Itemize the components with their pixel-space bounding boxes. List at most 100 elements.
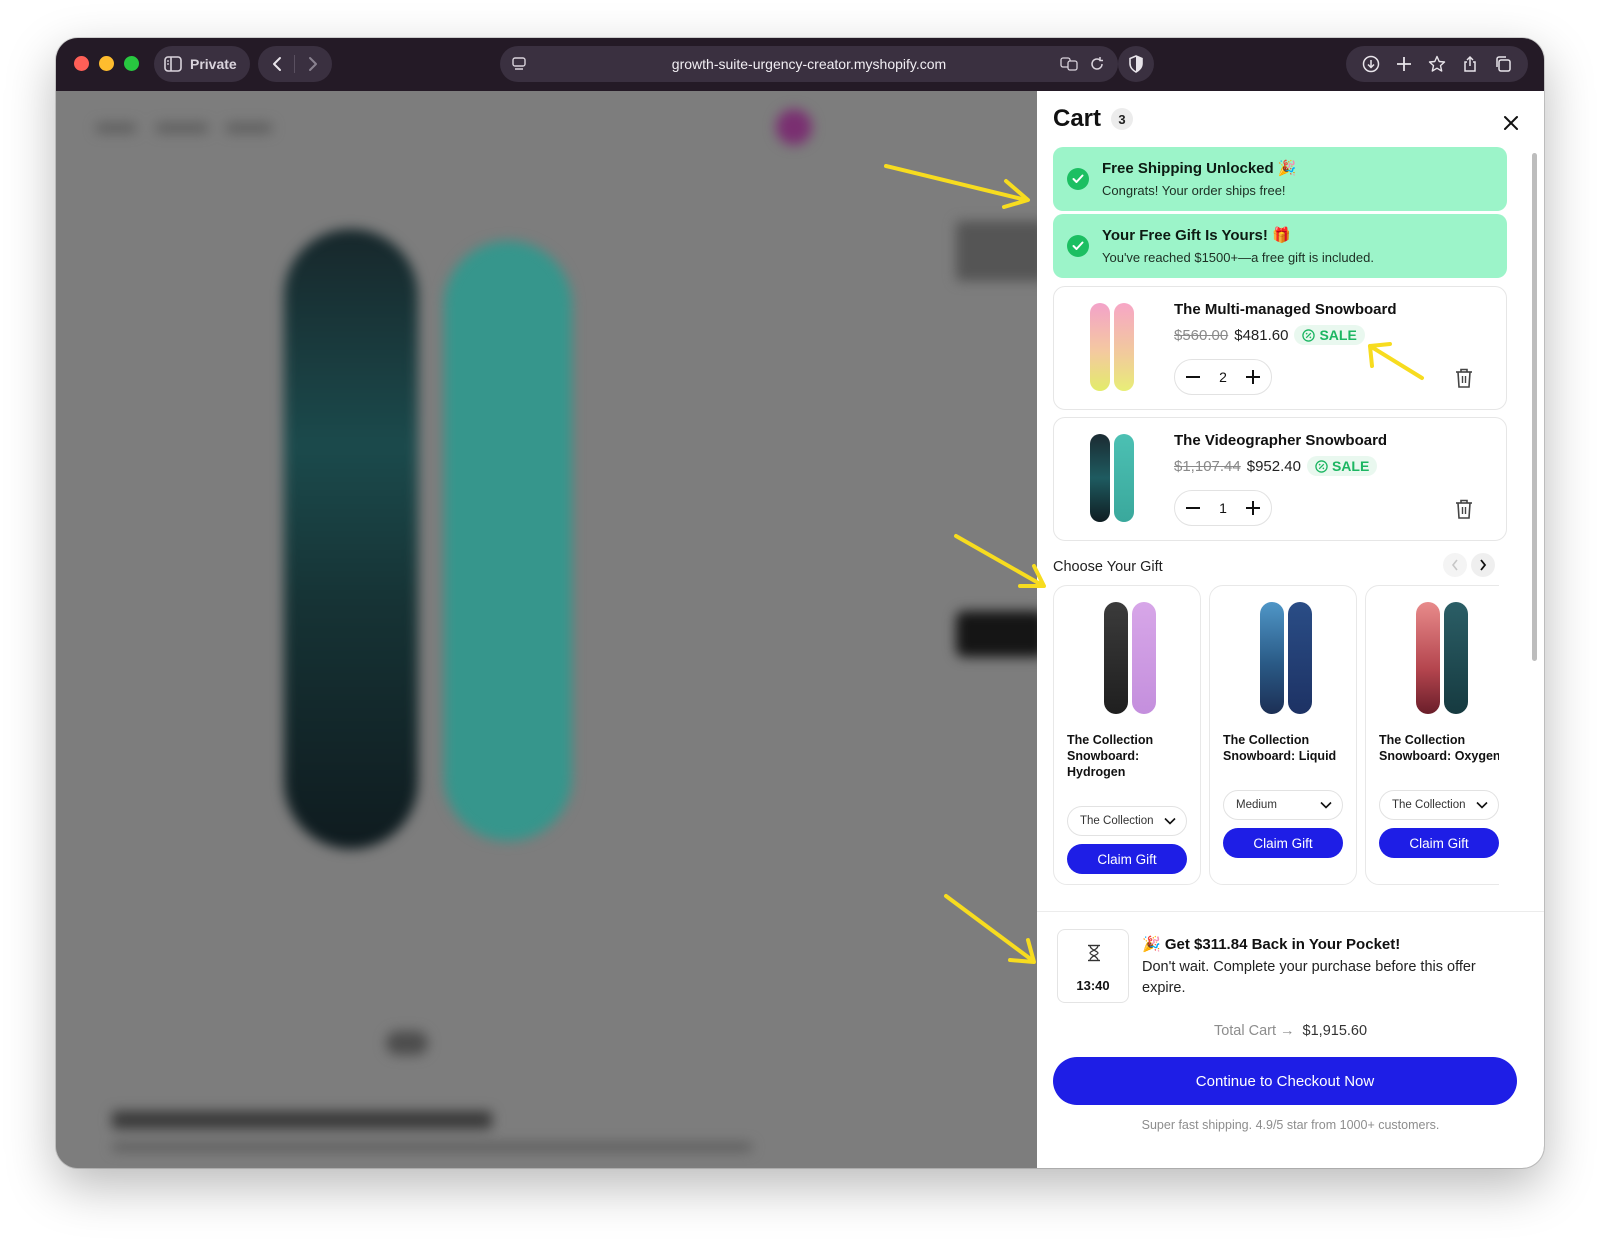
free-gift-banner: Your Free Gift Is Yours! 🎁 You've reache… [1053,214,1507,278]
minus-icon [1186,376,1200,378]
increase-quantity-button[interactable] [1243,498,1263,518]
decrease-quantity-button[interactable] [1183,498,1203,518]
private-tab-button[interactable]: Private [154,46,250,82]
banner-text: Congrats! Your order ships free! [1102,183,1286,198]
gift-card: The Collection Snowboard: Liquid Medium … [1209,585,1357,885]
decrease-quantity-button[interactable] [1183,367,1203,387]
gift-card: The Collection Snowboard: Oxygen The Col… [1365,585,1499,885]
increase-quantity-button[interactable] [1243,367,1263,387]
cart-scrollbar[interactable] [1532,153,1537,661]
annotation-arrow [954,534,1046,588]
banner-title: Your Free Gift Is Yours! 🎁 [1102,227,1291,244]
cart-footer-divider [1037,911,1544,912]
shield-icon [1127,55,1145,73]
cart-title: Cart [1053,105,1102,132]
cart-count-badge: 3 [1111,108,1134,130]
board-image [1104,602,1128,714]
board-image [1114,434,1134,522]
cart-drawer: Cart 3 Free Shipping Unlocked 🎉 Congrats… [1037,91,1544,1168]
address-bar[interactable]: growth-suite-urgency-creator.myshopify.c… [500,46,1118,82]
download-icon[interactable] [1362,55,1380,73]
page-settings-icon[interactable] [510,55,528,73]
sale-badge-label: SALE [1319,327,1357,343]
window-controls [74,56,139,71]
gift-variant-select[interactable]: Medium [1223,790,1343,820]
new-tab-icon[interactable] [1395,55,1413,73]
gift-carousel-next-button[interactable] [1471,553,1495,577]
private-label: Private [190,56,237,72]
compare-at-price: $560.00 [1174,326,1229,344]
trash-icon [1456,499,1472,519]
trust-note: Super fast shipping. 4.9/5 star from 100… [1141,1118,1440,1132]
browser-window: Private growth-suite-urgency-creator.mys… [56,38,1544,1168]
checkout-button[interactable]: Continue to Checkout Now [1053,1057,1517,1105]
toolbar-actions [1346,46,1528,82]
nav-divider [294,55,296,73]
check-circle-icon [1067,235,1089,257]
annotation-arrow [1368,342,1424,380]
back-arrow-icon[interactable] [268,55,286,73]
gift-variant-value: The Collection [1080,815,1154,827]
cart-item: The Videographer Snowboard $1,107.44 $95… [1053,417,1507,541]
product-title-blurred [956,221,1037,281]
chevron-left-icon [1451,559,1458,571]
minimize-window-button[interactable] [99,56,114,71]
store-page-blurred [56,91,1037,1168]
translate-icon[interactable] [1060,55,1078,73]
quantity-value[interactable]: 2 [1219,369,1227,385]
tab-overview-icon[interactable] [1494,55,1512,73]
gift-variant-value: The Collection [1392,799,1466,811]
claim-gift-button[interactable]: Claim Gift [1067,844,1187,874]
gift-carousel-prev-button[interactable] [1443,553,1467,577]
chevron-right-icon [1480,559,1487,571]
store-nav-link [96,123,136,133]
quantity-stepper: 2 [1174,359,1272,395]
cart-header: Cart 3 [1053,105,1134,133]
carousel-indicator-blurred [386,1031,428,1055]
history-nav [258,46,332,82]
gift-variant-select[interactable]: The Collection [1379,790,1499,820]
remove-item-button[interactable] [1454,367,1474,389]
sidebar-icon [164,55,182,73]
gift-carousel: The Collection Snowboard: Hydrogen The C… [1053,585,1499,887]
cart-item-name[interactable]: The Multi-managed Snowboard [1174,301,1397,318]
claim-gift-button[interactable]: Claim Gift [1223,828,1343,858]
board-image [1090,303,1110,391]
hourglass-icon [1088,944,1100,962]
privacy-shield-button[interactable] [1118,46,1154,82]
offer-title: 🎉 Get $311.84 Back in Your Pocket! [1142,936,1401,953]
board-image [1114,303,1134,391]
close-window-button[interactable] [74,56,89,71]
sale-badge-label: SALE [1331,458,1370,474]
product-thumbnail [1090,434,1138,522]
url-text: growth-suite-urgency-creator.myshopify.c… [671,56,947,72]
cart-total-label: Total Cart → [1213,1023,1295,1039]
minus-icon [1186,507,1200,509]
annotation-arrow [944,894,1036,964]
countdown-value: 13:40 [1076,978,1110,993]
annotation-arrow [884,164,1030,209]
gift-variant-select[interactable]: The Collection [1067,806,1187,836]
reload-icon[interactable] [1088,55,1106,73]
check-circle-icon [1067,168,1089,190]
quantity-value[interactable]: 1 [1219,500,1227,516]
cart-item-name[interactable]: The Videographer Snowboard [1174,432,1387,449]
board-image [1444,602,1468,714]
gift-variant-value: Medium [1236,799,1277,811]
forward-arrow-icon[interactable] [304,55,322,73]
remove-item-button[interactable] [1454,498,1474,520]
gift-name: The Collection Snowboard: Liquid [1223,733,1337,763]
sale-price: $481.60 [1234,326,1289,344]
close-cart-button[interactable] [1501,113,1521,133]
bookmark-star-icon[interactable] [1428,55,1446,73]
section-heading-blurred [112,1111,492,1129]
gift-section-heading: Choose Your Gift [1053,559,1163,575]
share-icon[interactable] [1461,55,1479,73]
claim-gift-button[interactable]: Claim Gift [1379,828,1499,858]
cart-total: Total Cart → $1,915.60 [1037,1023,1544,1039]
board-image [1260,602,1284,714]
offer-text: Don't wait. Complete your purchase befor… [1142,959,1476,996]
gift-thumbnail [1104,602,1156,714]
store-logo [776,109,812,145]
maximize-window-button[interactable] [124,56,139,71]
